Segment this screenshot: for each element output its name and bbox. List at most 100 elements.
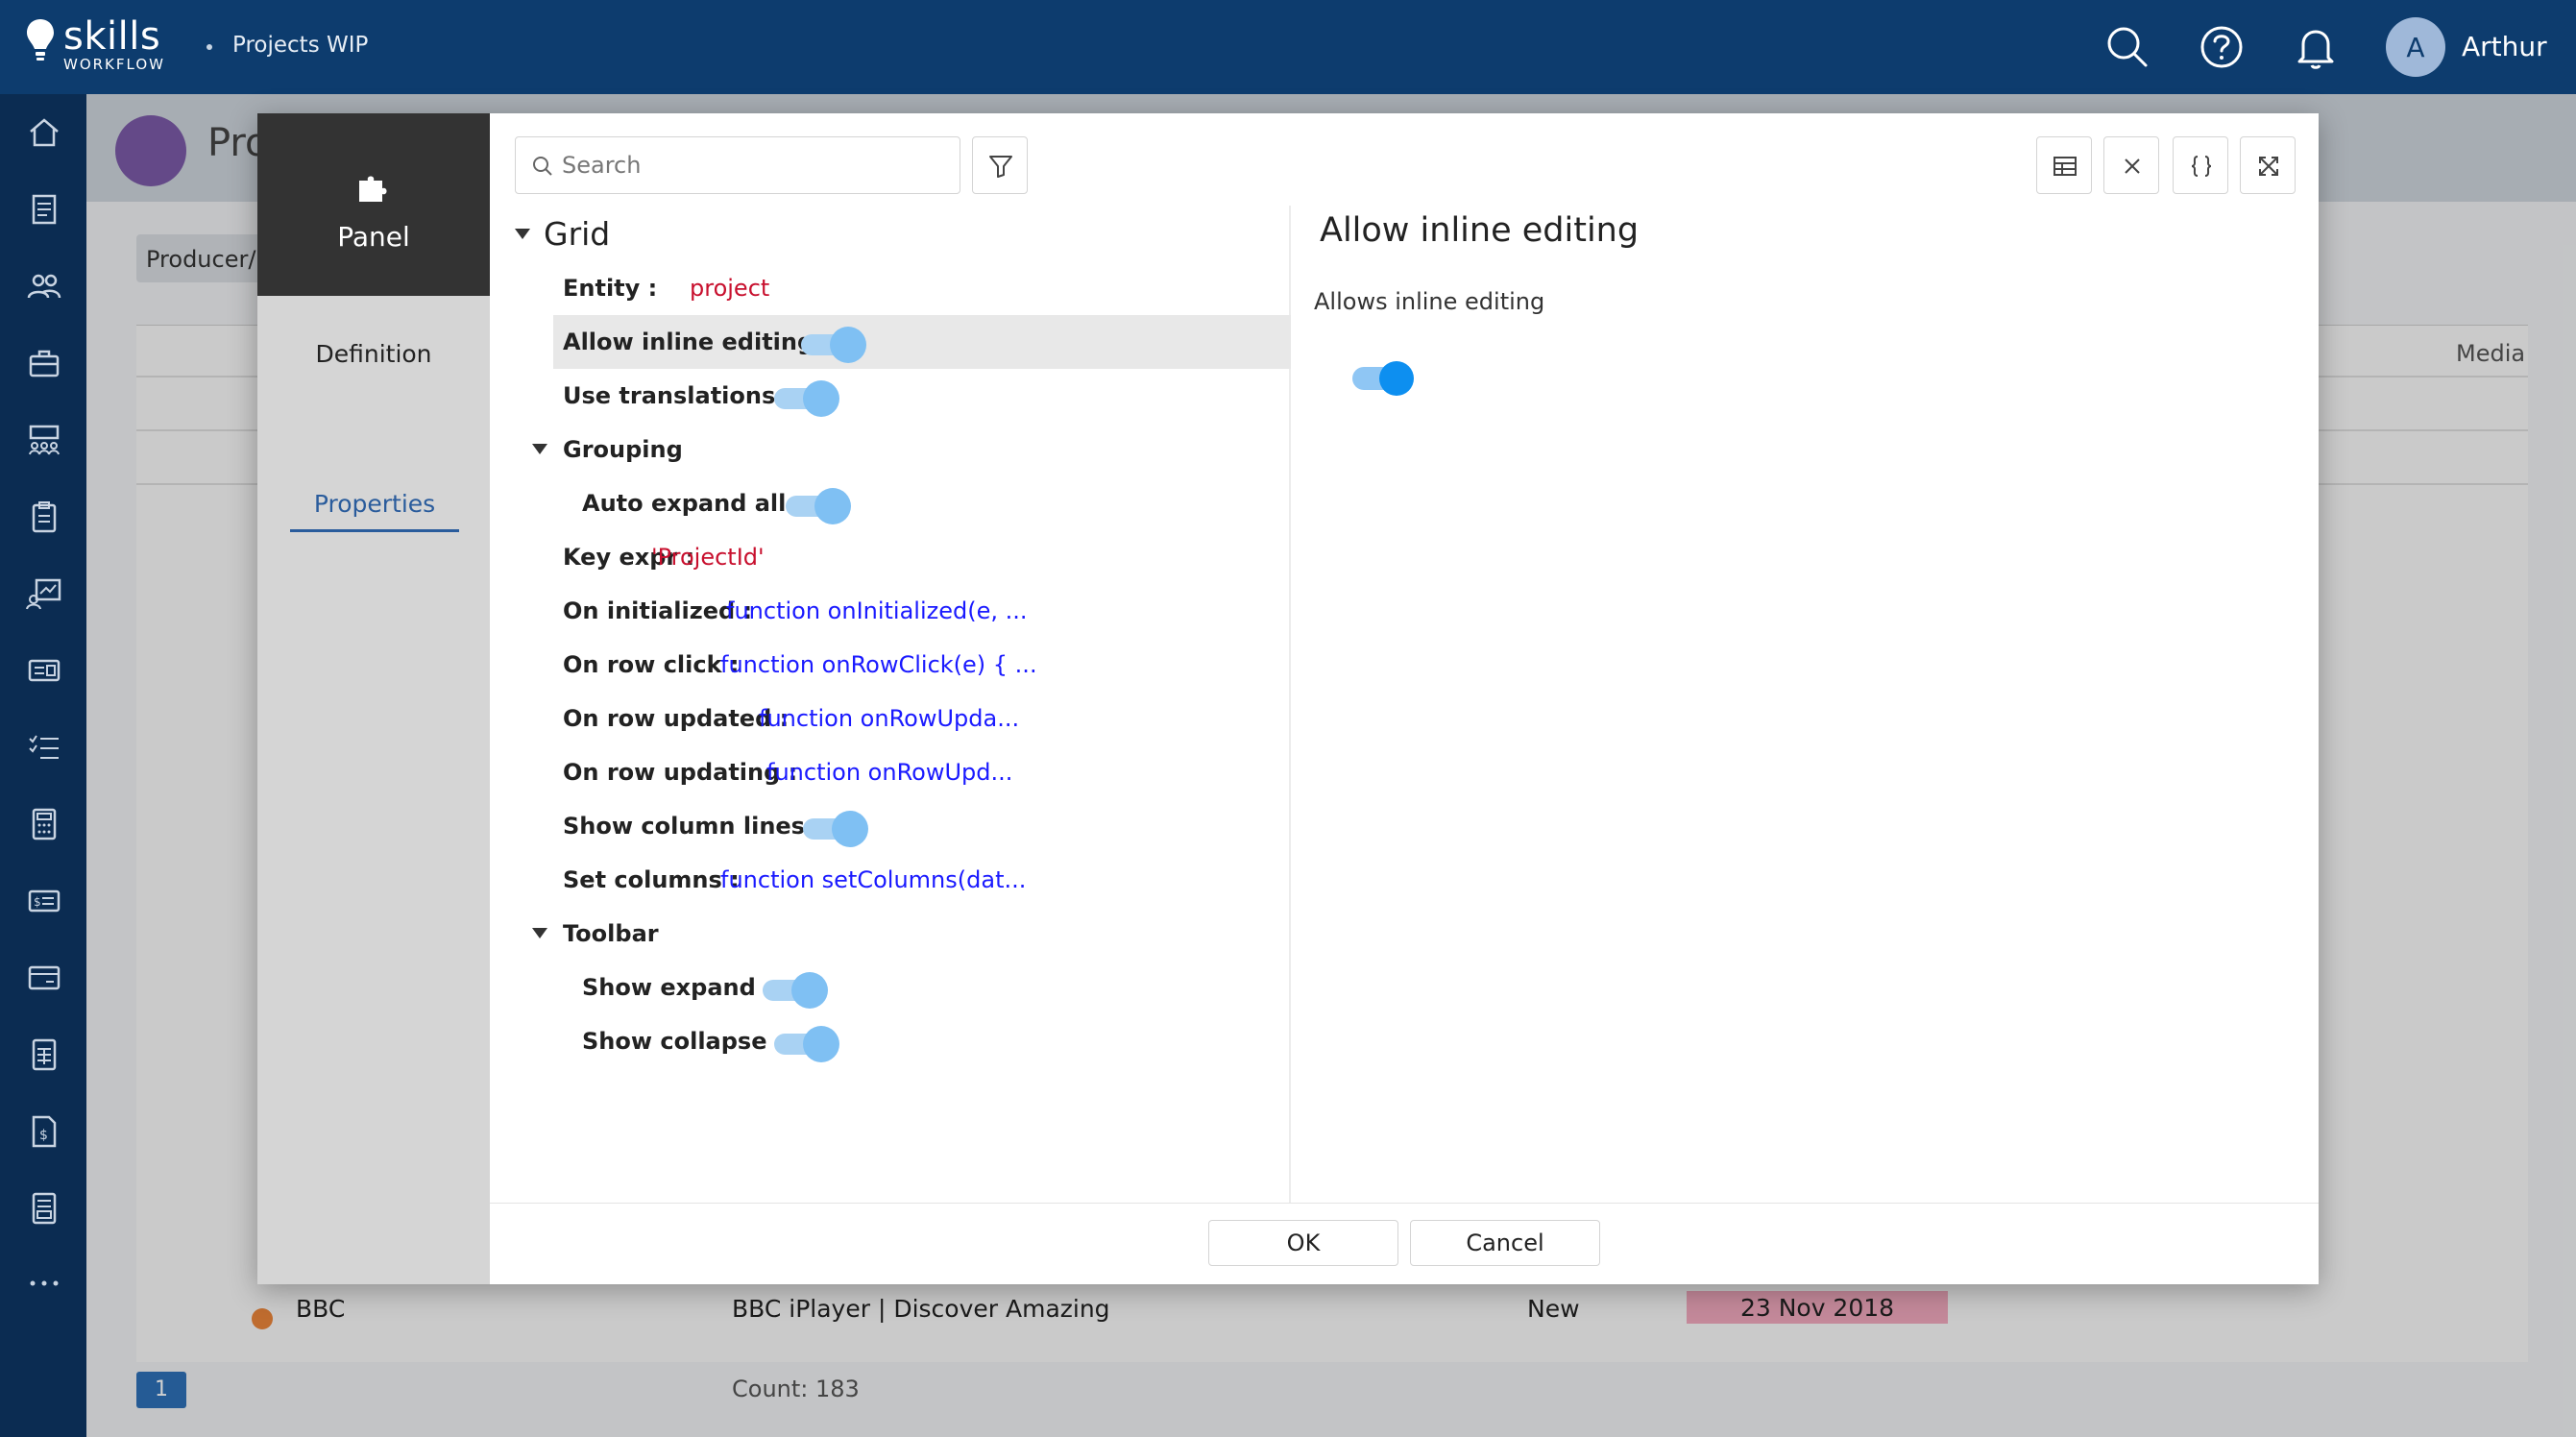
- tree-node-grid[interactable]: Grid: [490, 207, 1291, 261]
- tree-node-on-row-updating[interactable]: On row updating : function onRowUpd...: [490, 745, 1291, 799]
- panel-tab[interactable]: Panel: [257, 113, 490, 296]
- toggle-switch[interactable]: [774, 380, 839, 417]
- properties-dialog: Panel Definition Properties Search Grid …: [257, 113, 2319, 1284]
- tree-node-entity[interactable]: Entity : project: [490, 261, 1291, 315]
- tree-node-on-initialized[interactable]: On initialized : function onInitialized(…: [490, 584, 1291, 638]
- tree-node-allow-inline-editing[interactable]: Allow inline editing :: [553, 315, 1291, 369]
- property-tree: Grid Entity : project Allow inline editi…: [490, 206, 1291, 1203]
- tree-node-show-column-lines[interactable]: Show column lines :: [490, 799, 1291, 853]
- property-key: Show column lines :: [563, 813, 822, 840]
- close-button[interactable]: [2103, 136, 2159, 194]
- toggle-switch[interactable]: [803, 811, 868, 847]
- briefcase-icon[interactable]: [25, 344, 63, 382]
- bell-icon[interactable]: [2290, 21, 2342, 73]
- toggle-switch[interactable]: [786, 488, 851, 524]
- billing-card-icon[interactable]: [25, 959, 63, 997]
- dialog-sidebar: Panel Definition Properties: [257, 113, 490, 1284]
- property-key: On row click :: [563, 651, 740, 678]
- money-card-icon[interactable]: $: [25, 882, 63, 920]
- search-icon[interactable]: [2102, 21, 2153, 73]
- caret-down-icon[interactable]: [515, 229, 530, 239]
- property-key: Show collapse :: [582, 1028, 785, 1055]
- help-icon[interactable]: [2196, 21, 2248, 73]
- group-label: Grouping: [563, 436, 683, 463]
- chart-user-icon[interactable]: [25, 574, 63, 613]
- avatar[interactable]: A: [2386, 17, 2445, 77]
- property-value: function onRowUpda...: [759, 705, 1020, 732]
- filter-button[interactable]: [972, 136, 1028, 194]
- breadcrumb[interactable]: Projects WIP: [232, 33, 368, 58]
- property-value: function onRowUpd...: [766, 759, 1013, 786]
- tree-node-set-columns[interactable]: Set columns : function setColumns(dat...: [490, 853, 1291, 907]
- tree-node-use-translations[interactable]: Use translations :: [490, 369, 1291, 423]
- id-card-icon[interactable]: [25, 651, 63, 690]
- code-view-button[interactable]: [2173, 136, 2228, 194]
- spreadsheet-icon[interactable]: [25, 1035, 63, 1074]
- table-view-button[interactable]: [2036, 136, 2092, 194]
- tree-node-show-collapse[interactable]: Show collapse :: [490, 1014, 1291, 1068]
- panel-label: Panel: [337, 221, 410, 253]
- app-logo[interactable]: skills WORKFLOW: [25, 17, 165, 72]
- home-icon[interactable]: [25, 113, 63, 152]
- dialog-footer: [490, 1203, 2319, 1284]
- left-nav-rail: $ $: [0, 94, 86, 1437]
- toggle-switch[interactable]: [763, 972, 828, 1009]
- expand-icon: [2259, 157, 2278, 176]
- breadcrumb-bullet: [207, 44, 212, 50]
- group-label: Toolbar: [563, 920, 659, 947]
- tab-properties[interactable]: Properties: [290, 490, 459, 532]
- property-key: Show expand :: [582, 974, 773, 1001]
- puzzle-icon: [359, 176, 387, 202]
- invoice-icon[interactable]: $: [25, 1112, 63, 1151]
- property-value: 'ProjectId': [651, 544, 765, 571]
- property-key: Auto expand all :: [582, 490, 804, 517]
- tree-node-grouping[interactable]: Grouping: [490, 423, 1291, 476]
- search-input[interactable]: [562, 149, 946, 182]
- caret-down-icon[interactable]: [532, 444, 547, 454]
- toggle-switch[interactable]: [801, 327, 866, 363]
- logo-word: skills: [63, 14, 161, 59]
- cancel-button[interactable]: Cancel: [1410, 1220, 1600, 1266]
- tree-node-on-row-updated[interactable]: On row updated : function onRowUpda...: [490, 692, 1291, 745]
- table-icon: [2054, 157, 2077, 176]
- tree-node-toolbar[interactable]: Toolbar: [490, 907, 1291, 961]
- property-value: function onInitialized(e, ...: [726, 597, 1028, 624]
- detail-title: Allow inline editing: [1320, 211, 1640, 250]
- tree-root-label: Grid: [544, 215, 611, 253]
- search-icon: [533, 157, 552, 176]
- tree-node-show-expand[interactable]: Show expand :: [490, 961, 1291, 1014]
- property-key: Use translations :: [563, 382, 793, 409]
- lightbulb-icon: [27, 19, 54, 61]
- tab-definition[interactable]: Definition: [257, 340, 490, 368]
- receipt-icon[interactable]: [25, 1189, 63, 1228]
- more-icon[interactable]: [25, 1264, 63, 1303]
- property-value: function onRowClick(e) { ...: [720, 651, 1037, 678]
- tree-node-on-row-click[interactable]: On row click : function onRowClick(e) { …: [490, 638, 1291, 692]
- ok-button[interactable]: OK: [1208, 1220, 1398, 1266]
- clipboard-icon[interactable]: [25, 498, 63, 536]
- tree-node-key-expr[interactable]: Key expr : 'ProjectId': [490, 530, 1291, 584]
- team-icon[interactable]: [25, 421, 63, 459]
- document-icon[interactable]: [25, 190, 63, 229]
- tree-node-auto-expand-all[interactable]: Auto expand all :: [490, 476, 1291, 530]
- close-icon: [2125, 158, 2140, 174]
- calculator-icon[interactable]: [25, 805, 63, 843]
- property-key: Entity :: [563, 275, 658, 302]
- checklist-icon[interactable]: [25, 728, 63, 767]
- fullscreen-button[interactable]: [2240, 136, 2296, 194]
- logo-subtitle: WORKFLOW: [63, 56, 165, 73]
- property-value: function setColumns(dat...: [720, 866, 1027, 893]
- funnel-icon: [989, 156, 1012, 178]
- people-icon[interactable]: [25, 267, 63, 305]
- top-bar: skills WORKFLOW Projects WIP A Arthur: [0, 0, 2576, 94]
- inline-editing-toggle[interactable]: [1352, 359, 1416, 398]
- braces-icon: [2191, 156, 2212, 177]
- property-value: project: [690, 275, 770, 302]
- property-key: Allow inline editing :: [563, 329, 832, 355]
- toggle-switch[interactable]: [774, 1026, 839, 1062]
- user-name[interactable]: Arthur: [2462, 31, 2547, 62]
- caret-down-icon[interactable]: [532, 928, 547, 938]
- property-key: Set columns :: [563, 866, 740, 893]
- svg-text:$: $: [39, 1128, 48, 1143]
- search-box[interactable]: [515, 136, 960, 194]
